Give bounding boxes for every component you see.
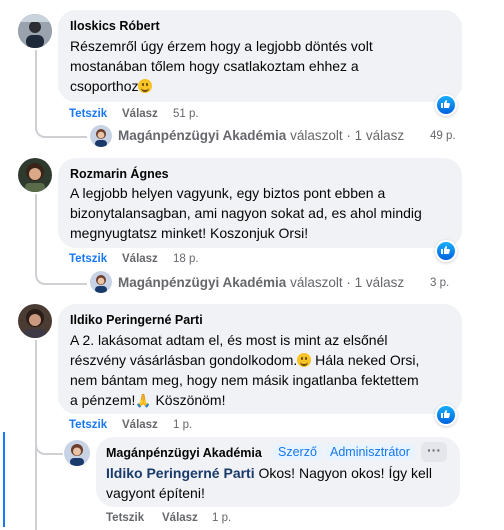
more-horizontal-icon[interactable]: ··· bbox=[421, 442, 447, 462]
like-reaction-icon[interactable] bbox=[435, 240, 457, 262]
like-reaction-icon[interactable] bbox=[435, 404, 457, 426]
reply-author[interactable]: Magánpénzügyi Akadémia bbox=[106, 446, 262, 460]
reply-button[interactable]: Válasz bbox=[162, 512, 198, 524]
comment-time[interactable]: 18 p. bbox=[173, 253, 199, 265]
thread-connector bbox=[35, 425, 63, 455]
reply-highlight-bar bbox=[3, 432, 5, 527]
folded-hands-emoji-icon: 🙏 bbox=[135, 393, 152, 408]
avatar[interactable] bbox=[18, 158, 52, 192]
reply-button[interactable]: Válasz bbox=[122, 253, 158, 265]
comment-author[interactable]: Iloskics Róbert bbox=[70, 19, 160, 33]
mention-link[interactable]: Ildiko Peringerné Parti bbox=[106, 465, 255, 481]
view-replies-link[interactable]: Magánpénzügyi Akadémia válaszolt · 1 vál… bbox=[118, 275, 404, 290]
avatar[interactable] bbox=[64, 440, 90, 466]
smile-emoji-icon bbox=[297, 353, 312, 367]
comment-text: A 2. lakásomat adtam el, és most is mint… bbox=[70, 330, 419, 411]
comment-time[interactable]: 51 p. bbox=[173, 108, 199, 120]
like-reaction-icon[interactable] bbox=[435, 94, 457, 116]
comment-text: Részemről úgy érzem hogy a legjobb dönté… bbox=[70, 38, 373, 94]
author-badge: Szerző bbox=[273, 444, 322, 460]
comment-author[interactable]: Ildiko Peringerné Parti bbox=[70, 313, 203, 327]
like-button[interactable]: Tetszik bbox=[69, 419, 107, 431]
comment-text: A legjobb helyen vagyunk, egy biztos pon… bbox=[70, 185, 422, 241]
reply-button[interactable]: Válasz bbox=[122, 108, 158, 120]
avatar[interactable] bbox=[18, 304, 52, 338]
reply-author-avatar bbox=[90, 125, 112, 147]
comment-time[interactable]: 1 p. bbox=[173, 419, 192, 431]
admin-badge: Adminisztrátor bbox=[325, 444, 415, 460]
like-button[interactable]: Tetszik bbox=[69, 108, 107, 120]
view-replies-link[interactable]: Magánpénzügyi Akadémia válaszolt · 1 vál… bbox=[118, 128, 404, 143]
smile-emoji-icon bbox=[138, 79, 153, 93]
reply-time: 49 p. bbox=[430, 130, 456, 142]
thread-connector bbox=[35, 118, 87, 138]
comment-author[interactable]: Rozmarin Ágnes bbox=[70, 167, 169, 181]
reply-button[interactable]: Válasz bbox=[122, 419, 158, 431]
reply-author-avatar bbox=[90, 271, 112, 293]
reply-text: Ildiko Peringerné Parti Okos! Nagyon oko… bbox=[106, 465, 433, 501]
thread-connector bbox=[35, 265, 87, 285]
like-button[interactable]: Tetszik bbox=[69, 253, 107, 265]
thread-line bbox=[35, 194, 37, 274]
avatar[interactable] bbox=[18, 14, 52, 48]
reply-time: 3 p. bbox=[430, 277, 450, 289]
reply-time[interactable]: 1 p. bbox=[212, 512, 231, 524]
like-button[interactable]: Tetszik bbox=[106, 512, 144, 524]
